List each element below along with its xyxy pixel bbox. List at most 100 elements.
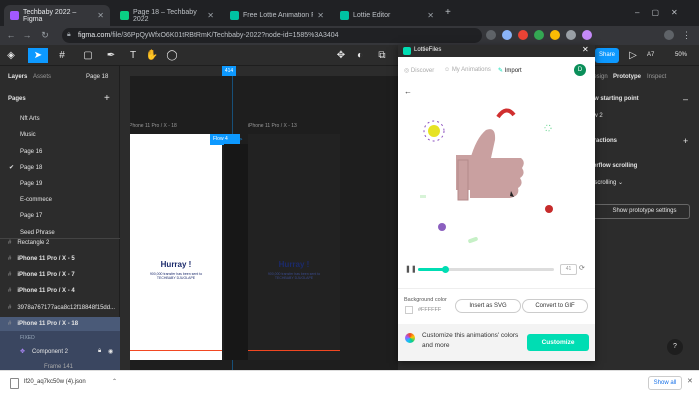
- new-tab-button[interactable]: +: [445, 7, 451, 18]
- layers-panel: Layers Assets Page 18 Pages + Nft Arts M…: [0, 66, 120, 370]
- vertical-ruler: [120, 76, 130, 370]
- tab-page18[interactable]: Page 18 – Techbaby 2022 ✕: [114, 5, 220, 26]
- frame-label: iPhone 11 Pro / X - 13: [248, 123, 297, 129]
- page-item[interactable]: Page 19: [0, 177, 120, 191]
- progress-handle[interactable]: [442, 266, 450, 273]
- nav-discover[interactable]: ◎ Discover: [404, 67, 434, 74]
- play-flow-icon[interactable]: ▷: [237, 135, 242, 143]
- figma-menu-icon[interactable]: ◈: [3, 48, 19, 63]
- extension-icon[interactable]: [534, 30, 544, 40]
- show-all-button[interactable]: Show all: [648, 376, 682, 390]
- extension-icon[interactable]: [550, 30, 560, 40]
- page-item-current[interactable]: Page 18: [0, 161, 120, 175]
- canvas[interactable]: iPhone 11 Pro / X - 18 iPhone 11 Pro / X…: [120, 66, 398, 370]
- avatar[interactable]: D: [574, 64, 586, 76]
- tab-label: Page 18 – Techbaby 2022: [133, 8, 197, 23]
- help-button[interactable]: ?: [667, 339, 683, 355]
- add-page-icon[interactable]: +: [104, 93, 110, 104]
- sparkle-shape: [544, 124, 552, 132]
- component-layer[interactable]: Component 2: [0, 345, 120, 359]
- lock-icon: 🔒︎: [67, 31, 71, 38]
- extension-icon[interactable]: [502, 30, 512, 40]
- text-tool-icon[interactable]: T: [125, 48, 141, 63]
- tab-lottie-editor[interactable]: Lottie Editor ✕: [334, 5, 440, 26]
- color-swatch[interactable]: [405, 306, 413, 314]
- download-filename[interactable]: lf20_aq7kc50w (4).json: [24, 379, 86, 385]
- url-bar[interactable]: 🔒︎ figma.com/file/36PpQyWfxO6K01tRBtRmK/…: [62, 28, 482, 43]
- nav-my-animations[interactable]: ☺ My Animations: [444, 67, 491, 73]
- bg-color-value[interactable]: #FFFFFF: [418, 307, 441, 313]
- layer-row-selected[interactable]: iPhone 11 Pro / X - 18: [0, 317, 120, 331]
- close-icon[interactable]: ✕: [427, 11, 434, 20]
- share-button[interactable]: Share: [595, 48, 619, 63]
- tab-figma[interactable]: Techbaby 2022 – Figma ✕: [4, 5, 110, 26]
- convert-gif-button[interactable]: Convert to GIF: [522, 299, 588, 313]
- layer-row[interactable]: iPhone 11 Pro / X - 5: [0, 252, 120, 266]
- window-controls[interactable]: –▢✕: [635, 8, 690, 17]
- prototype-tab[interactable]: Prototype: [613, 74, 641, 80]
- pen-tool-icon[interactable]: ✒: [103, 48, 119, 63]
- layers-tab[interactable]: Layers: [8, 74, 27, 80]
- reload-icon[interactable]: ↻: [38, 28, 52, 43]
- guide-line: [130, 350, 222, 351]
- zoom-level[interactable]: 50%: [675, 48, 687, 63]
- boolean-icon[interactable]: ⧉: [374, 48, 390, 63]
- inspect-tab[interactable]: Inspect: [647, 74, 666, 80]
- phone-frame-18[interactable]: Hurray ! 900,000 transfer has been sent …: [130, 134, 222, 360]
- loop-icon[interactable]: ⟳: [579, 264, 585, 272]
- comment-tool-icon[interactable]: ◯: [164, 48, 180, 63]
- component-icon[interactable]: ✥: [333, 48, 349, 63]
- phone-frame-13[interactable]: Hurray ! 900,000 transfer has been sent …: [248, 134, 340, 360]
- hand-tool-icon[interactable]: ✋: [144, 48, 160, 63]
- tab-lottie-files[interactable]: Free Lottie Animation Files, Tools ✕: [224, 5, 330, 26]
- eye-icon[interactable]: ◉: [108, 348, 113, 355]
- tab-label: Techbaby 2022 – Figma: [23, 8, 77, 23]
- layer-row[interactable]: iPhone 11 Pro / X - 7: [0, 268, 120, 282]
- profile-avatar[interactable]: [664, 30, 674, 40]
- close-icon[interactable]: ✕: [582, 45, 589, 54]
- menu-icon[interactable]: ⋮: [682, 30, 691, 41]
- close-icon[interactable]: ✕: [687, 377, 693, 385]
- back-arrow-icon[interactable]: ←: [404, 87, 412, 96]
- contrast-icon[interactable]: ◐: [352, 48, 368, 63]
- green-confetti: [420, 195, 426, 198]
- show-prototype-settings-button[interactable]: Show prototype settings: [587, 204, 690, 219]
- move-tool-icon[interactable]: ➤: [28, 48, 48, 63]
- user-initials[interactable]: A7: [647, 48, 654, 63]
- extension-icon[interactable]: [582, 30, 592, 40]
- page-item[interactable]: Page 17: [0, 209, 120, 223]
- pause-icon[interactable]: ❚❚: [405, 265, 417, 273]
- close-icon[interactable]: ✕: [207, 11, 214, 20]
- page-item[interactable]: Music: [0, 128, 120, 142]
- page-item[interactable]: Nft Arts: [0, 112, 120, 126]
- url-domain: figma.com: [78, 32, 111, 39]
- page-item[interactable]: E-commece: [0, 193, 120, 207]
- back-icon[interactable]: ←: [4, 28, 18, 43]
- customize-button[interactable]: Customize: [527, 334, 589, 351]
- insert-svg-button[interactable]: Insert as SVG: [455, 299, 521, 313]
- puzzle-icon[interactable]: [566, 30, 576, 40]
- frame-tool-icon[interactable]: #: [54, 48, 70, 63]
- frame-input[interactable]: 41: [560, 264, 577, 275]
- page-selector[interactable]: Page 18: [86, 74, 108, 80]
- add-interaction-icon[interactable]: +: [683, 136, 688, 146]
- bg-color-label: Background color: [404, 297, 447, 303]
- lock-icon[interactable]: 🔒︎: [98, 348, 101, 355]
- layer-row[interactable]: Rectangle 2: [0, 236, 120, 250]
- layer-row[interactable]: iPhone 11 Pro / X - 4: [0, 284, 120, 298]
- share-icon[interactable]: [486, 30, 496, 40]
- nav-import[interactable]: ✎ Import: [498, 67, 522, 74]
- layer-row[interactable]: 3978a767177aca8c12f18848f15dd...: [0, 301, 120, 315]
- progress-track[interactable]: [418, 266, 554, 273]
- chevron-up-icon[interactable]: ⌃: [112, 378, 117, 385]
- page-item[interactable]: Page 16: [0, 145, 120, 159]
- close-icon[interactable]: ✕: [317, 11, 324, 20]
- extension-icon[interactable]: [518, 30, 528, 40]
- properties-panel: Design Prototype Inspect Flow starting p…: [583, 66, 699, 370]
- present-icon[interactable]: ▷: [625, 48, 641, 63]
- forward-icon[interactable]: →: [20, 28, 34, 43]
- remove-icon[interactable]: –: [683, 94, 688, 104]
- assets-tab[interactable]: Assets: [33, 74, 51, 80]
- close-icon[interactable]: ✕: [97, 11, 104, 20]
- shape-tool-icon[interactable]: ▢: [80, 48, 96, 63]
